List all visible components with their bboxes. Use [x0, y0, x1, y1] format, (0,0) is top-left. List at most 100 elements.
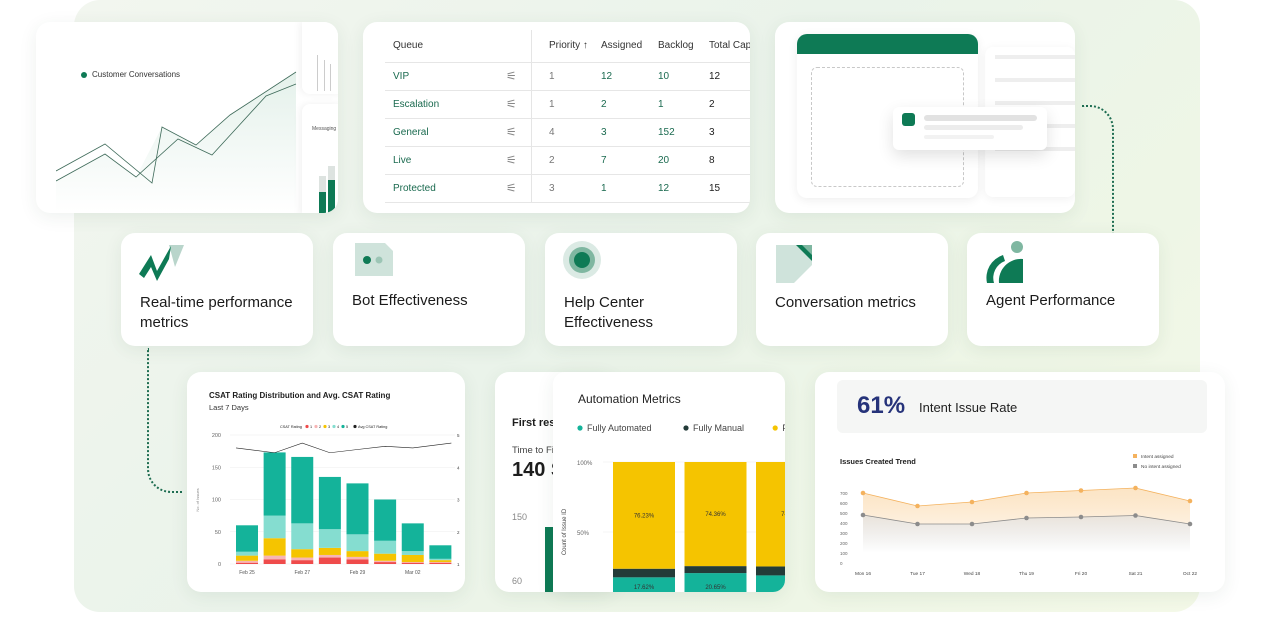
table-row[interactable]: Escalation ⚟ 1 2 1 2 [385, 90, 750, 119]
legend-marker [314, 424, 318, 429]
bar-segment [291, 560, 314, 564]
bar-segment [346, 556, 369, 560]
legend-marker [323, 424, 327, 429]
assigned-cell: 3 [593, 118, 650, 147]
assigned-cell: 1 [593, 174, 650, 203]
feature-card-agent[interactable]: Agent Performance [967, 233, 1159, 346]
legend-label: 5 [346, 425, 348, 429]
messaging-label: Messaging [312, 126, 337, 132]
bar-segment [263, 555, 286, 560]
legend-marker [353, 424, 357, 429]
data-point [969, 499, 975, 505]
bar-segment [401, 562, 424, 563]
assigned-cell: 7 [593, 146, 650, 175]
header-assigned[interactable]: Assigned [593, 30, 650, 63]
table-header-row: Queue Priority ↑ Assigned Backlog Total … [385, 30, 750, 63]
legend-label: 4 [337, 425, 339, 429]
side-panel-messaging: Messaging [302, 104, 338, 213]
bar-segment [346, 483, 369, 535]
filter-icon[interactable]: ⚟ [498, 90, 533, 119]
data-label: 17.62% [634, 585, 655, 591]
queue-name[interactable]: General [385, 118, 498, 147]
backlog-cell: 1 [650, 90, 701, 119]
header-priority[interactable]: Priority ↑ [533, 30, 593, 63]
y-axis-label: No. of Issues [195, 488, 200, 511]
queue-name[interactable]: Escalation [385, 90, 498, 119]
y-tick-label: 300 [840, 531, 848, 536]
messaging-bar-1 [319, 176, 326, 213]
legend-label: Fully Automated [587, 423, 652, 433]
queue-table: Queue Priority ↑ Assigned Backlog Total … [385, 30, 750, 203]
bar-segment [429, 545, 452, 559]
y-axis-label: Count of Issue ID [562, 508, 568, 555]
legend-label: 2 [319, 425, 321, 429]
filter-icon[interactable]: ⚟ [498, 146, 533, 175]
data-label: 76.23% [634, 513, 655, 519]
csat-chart-card: CSAT Rating Distribution and Avg. CSAT R… [187, 372, 465, 592]
legend-marker [341, 424, 345, 429]
connector-left [147, 348, 183, 493]
header-queue[interactable]: Queue [385, 30, 498, 63]
queue-name[interactable]: Live [385, 146, 498, 175]
table-row[interactable]: Protected ⚟ 3 1 12 15 [385, 174, 750, 203]
automation-chart: Fully Automated Fully Manual Partially Au 5… [562, 423, 785, 592]
bar-segment [401, 523, 424, 552]
legend-marker [683, 425, 689, 431]
backlog-cell: 10 [650, 62, 701, 91]
backlog-cell: 12 [650, 174, 701, 203]
filter-icon[interactable]: ⚟ [498, 118, 533, 147]
dragged-item-card[interactable] [893, 107, 1047, 150]
y-tick-label: 500 [840, 511, 848, 516]
bar-segment [374, 499, 397, 541]
bar-segment [429, 562, 452, 564]
feature-card-real-time[interactable]: Real-time performance metrics [121, 233, 313, 346]
backlog-cell: 20 [650, 146, 701, 175]
y-tick-label: 0 [218, 562, 221, 568]
data-label: 20.65% [705, 585, 726, 591]
feature-label: Conversation metrics [775, 294, 916, 311]
bar-segment [291, 523, 314, 550]
feature-label: Agent Performance [986, 292, 1116, 309]
feature-card-help-center[interactable]: Help Center Effectiveness [545, 233, 737, 346]
legend-marker [1133, 454, 1137, 458]
table-row[interactable]: Live ⚟ 2 7 20 8 [385, 146, 750, 175]
data-point [1024, 515, 1029, 521]
y-tick-label: 100 [212, 498, 221, 504]
feature-card-bot[interactable]: Bot Effectiveness [333, 233, 525, 346]
data-point [1078, 488, 1084, 493]
bar-segment [236, 562, 258, 564]
header-backlog[interactable]: Backlog [650, 30, 701, 63]
bar-segment [318, 529, 341, 548]
x-tick-label: Fri 20 [1075, 571, 1088, 577]
queue-name[interactable]: VIP [385, 62, 498, 91]
avg-csat-line [235, 442, 452, 454]
bar-segment [236, 555, 258, 561]
header-total-capacity[interactable]: Total Capa [701, 30, 750, 63]
bar-segment [291, 456, 314, 524]
y2-tick-label: 5 [457, 433, 460, 438]
automation-metrics-card: Automation Metrics Fully Automated Fully … [553, 372, 785, 592]
y2-tick-label: 3 [457, 498, 460, 503]
table-row[interactable]: VIP ⚟ 1 12 10 12 [385, 62, 750, 91]
table-row[interactable]: General ⚟ 4 3 152 3 [385, 118, 750, 147]
bar-segment [318, 476, 341, 530]
queue-name[interactable]: Protected [385, 174, 498, 203]
filter-icon[interactable]: ⚟ [498, 174, 533, 203]
bar-segment [429, 560, 452, 563]
bar-segment [374, 553, 397, 561]
data-point [969, 521, 975, 527]
header-filter-spacer [498, 30, 533, 63]
x-tick-label: Tue 17 [910, 571, 925, 577]
connector-right [1082, 105, 1114, 235]
legend-label: 3 [328, 425, 330, 429]
filter-icon[interactable]: ⚟ [498, 62, 533, 91]
data-point [915, 521, 920, 527]
assigned-cell: 2 [593, 90, 650, 119]
y-tick-label: 50% [577, 531, 590, 537]
y-tick: 60 [512, 576, 523, 586]
backlog-cell: 152 [650, 118, 701, 147]
legend-label: Partially Au [782, 423, 785, 433]
legend-title: CSAT Rating [280, 425, 302, 429]
feature-card-conversation[interactable]: Conversation metrics [756, 233, 948, 346]
legend-marker [577, 425, 583, 431]
